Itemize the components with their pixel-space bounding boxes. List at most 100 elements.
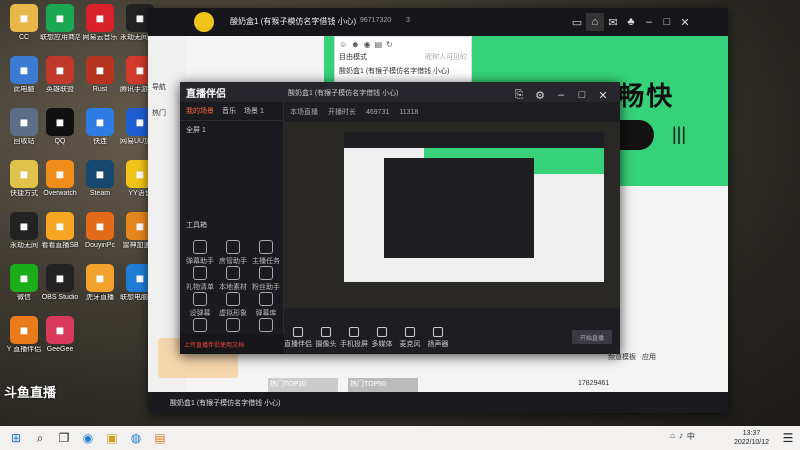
edge-icon[interactable]: ◉ (76, 428, 100, 448)
tool-item[interactable]: 弹幕助手 (184, 240, 216, 266)
notification-icon[interactable]: ☰ (776, 428, 800, 448)
main-title-bar: 酸奶盒1 (有猴子模仿名字借钱 小心) 96717320 3 ▭ ⌂ ✉ ♣ –… (148, 8, 728, 36)
tool-item[interactable]: 本地素材 (217, 266, 249, 292)
desktop-icon[interactable]: ■ 回收站 (4, 108, 44, 146)
location-icon[interactable]: ◉ (364, 40, 371, 49)
tool-icon (226, 266, 240, 280)
desktop-icon[interactable]: ■ Y 直播伴侣 (4, 316, 44, 354)
refresh-icon[interactable]: ↻ (386, 40, 393, 49)
network-icon[interactable]: ⌂ (670, 431, 675, 442)
volume-icon[interactable]: ♪ (679, 431, 683, 442)
tool-item[interactable]: 弹幕库 (250, 292, 282, 318)
netease-music-icon: ■ (86, 4, 114, 32)
tool-item[interactable]: 虚拟形象 (217, 292, 249, 318)
toolbar-icon (433, 327, 443, 337)
desktop-icon[interactable]: ■ QQ (40, 108, 80, 146)
apply-button[interactable]: 应用 (642, 352, 656, 362)
note-icon[interactable]: ▤ (375, 40, 383, 49)
toolbar-item[interactable]: 扬声器 (424, 327, 452, 349)
toolbar-item[interactable]: 麦克风 (396, 327, 424, 349)
desktop-icon[interactable]: ■ CC (4, 4, 44, 42)
minimize-icon[interactable]: – (640, 13, 658, 31)
search-icon[interactable]: ⌕ (28, 428, 52, 448)
geegee-icon: ■ (46, 316, 74, 344)
clock[interactable]: 13:37 2022/10/12 (734, 429, 769, 447)
user-icon[interactable]: ☺ (339, 40, 347, 49)
home-icon[interactable]: ⌂ (586, 13, 604, 31)
tab-scenes[interactable]: 我的场景 (186, 106, 214, 116)
desktop-icon[interactable]: ■ DouyinPc (80, 212, 120, 250)
start-icon[interactable]: ⊞ (4, 428, 28, 448)
upload-notice[interactable]: 上传直播伴侣使用文档 (180, 334, 284, 354)
scene-item[interactable]: 全屏 1 (180, 121, 283, 139)
toolbar-item[interactable]: 摄像头 (312, 327, 340, 349)
desktop-icon-label: Y 直播伴侣 (6, 346, 42, 353)
nested-title (344, 132, 604, 148)
tool-icon (259, 318, 273, 332)
desktop-icon[interactable]: ■ Steam (80, 160, 120, 198)
desktop-icon-label: 此电脑 (13, 86, 35, 93)
toolbar-label: 摄像头 (315, 341, 337, 348)
file-explorer-icon[interactable]: ▣ (100, 428, 124, 448)
gamepad-icon[interactable]: ♣ (622, 13, 640, 31)
maximize-icon[interactable]: □ (658, 13, 676, 31)
mode-label[interactable]: 目由模式 (339, 52, 367, 62)
desktop-icon[interactable]: ■ 快捷方式 (4, 160, 44, 198)
tool-item[interactable]: 礼物清单 (184, 266, 216, 292)
live-companion-window[interactable]: 直播伴侣 酸奶盒1 (有猴子模仿名字借钱 小心) ⎘ ⚙ – □ ✕ 我的场景 … (180, 82, 620, 354)
nav-item[interactable]: 导航 (152, 82, 182, 92)
toolbar-icon (293, 327, 303, 337)
stat-label: 本场直播 (290, 109, 318, 116)
desktop-icon[interactable]: ■ 看看直播SB (40, 212, 80, 250)
people-icon[interactable]: ☻ (351, 40, 359, 49)
kankan-icon: ■ (46, 212, 74, 240)
tool-item[interactable]: 设弹幕 (184, 292, 216, 318)
toolbar-label: 多媒体 (371, 341, 393, 348)
tool-label: 主播任务 (252, 258, 280, 265)
desktop-icon[interactable]: ■ OBS Studio (40, 264, 80, 302)
desktop-icon[interactable]: ■ 英雄联盟 (40, 56, 80, 94)
desktop-icon[interactable]: ■ 虎牙直播 (80, 264, 120, 302)
footer-title: 酸奶盒1 (有猴子模仿名字借钱 小心) (170, 400, 281, 407)
follow-entry[interactable]: 酸奶盒1 (有猴子模仿名字借钱 小心) (335, 62, 471, 80)
obs-icon[interactable]: ◍ (124, 428, 148, 448)
nav-item[interactable]: 热门 (152, 108, 182, 118)
screen-icon[interactable]: ▭ (568, 13, 586, 31)
chat-icon[interactable]: ✉ (604, 13, 622, 31)
tool-icon (259, 292, 273, 306)
desktop-icon[interactable]: ■ 联想应用商店 (40, 4, 80, 42)
desktop-icon-label: CC (18, 34, 30, 41)
tab-music[interactable]: 音乐 (222, 106, 236, 116)
desktop-icon-label: 快捷方式 (10, 190, 38, 197)
desktop-icon[interactable]: ■ 快连 (80, 108, 120, 146)
task-view-icon[interactable]: ❐ (52, 428, 76, 448)
search-hint[interactable]: 昵称人可见的 (425, 52, 467, 62)
tool-item[interactable]: 粉丝助手 (250, 266, 282, 292)
desktop-icon[interactable]: ■ Overwatch (40, 160, 80, 198)
desktop-icon[interactable]: ■ Rust (80, 56, 120, 94)
close-icon[interactable]: ✕ (676, 13, 694, 31)
desktop-icon[interactable]: ■ GeeGee (40, 316, 80, 354)
toolbar-item[interactable]: 直播伴侣 (284, 327, 312, 349)
desktop-icon[interactable]: ■ 微信 (4, 264, 44, 302)
desktop-icon[interactable]: ■ 网易云音乐 (80, 4, 120, 42)
desktop-icon[interactable]: ■ 永劫无间 (4, 212, 44, 250)
toolbar-item[interactable]: 多媒体 (368, 327, 396, 349)
obs-icon: ■ (46, 264, 74, 292)
avatar[interactable] (194, 12, 214, 32)
toolbar-item[interactable]: 手机投屏 (340, 327, 368, 349)
stream-preview[interactable] (284, 122, 620, 308)
toolbar-label: 直播伴侣 (284, 341, 312, 348)
tab-scene1[interactable]: 场景 1 (244, 106, 264, 116)
tool-item[interactable]: 房管助手 (217, 240, 249, 266)
start-stream-button[interactable]: 开始直播 (572, 330, 612, 344)
overwatch-icon: ■ (46, 160, 74, 188)
wechat-icon: ■ (10, 264, 38, 292)
desktop-icon[interactable]: ■ 此电脑 (4, 56, 44, 94)
tool-icon (193, 266, 207, 280)
lang-indicator[interactable]: 中 (687, 431, 695, 442)
tool-icon (193, 318, 207, 332)
panel-icons: ☺ ☻ ◉ ▤ ↻ (335, 37, 471, 52)
tool-item[interactable]: 主播任务 (250, 240, 282, 266)
live-companion-icon[interactable]: ▤ (148, 428, 172, 448)
